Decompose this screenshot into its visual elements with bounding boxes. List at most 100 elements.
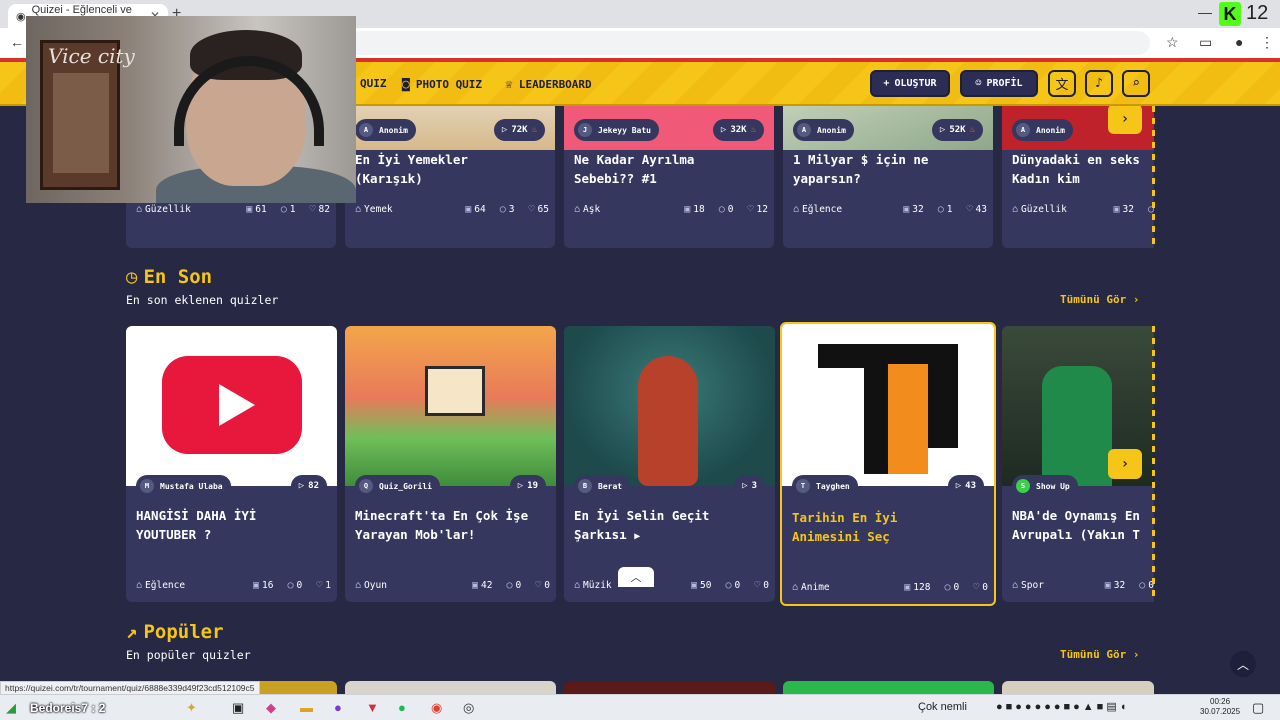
profile-avatar-icon[interactable]: ● [1235, 34, 1243, 50]
card-title[interactable]: En İyi Yemekler (Karışık) [355, 150, 547, 188]
questions-icon: ▣ [1113, 204, 1120, 215]
notification-icon[interactable]: ▢ [1252, 700, 1264, 716]
back-icon[interactable]: ← [10, 34, 24, 50]
media-app-icon[interactable]: ▼ [366, 700, 379, 715]
card-author[interactable]: Q Quiz_Gorili [355, 475, 440, 497]
webcam-overlay: Vice city [26, 16, 356, 203]
card-title[interactable]: Dünyadaki en seks Kadın kim [1012, 150, 1154, 188]
card-title[interactable]: 1 Milyar $ için ne yaparsın? [793, 150, 985, 188]
avatar: M [140, 479, 154, 493]
tag-icon: ⌂ [1012, 580, 1019, 591]
questions-icon: ▣ [904, 582, 911, 593]
card-comments: 0 [296, 580, 303, 591]
app-icon[interactable]: ◆ [266, 700, 276, 716]
obs-icon[interactable]: ◎ [463, 700, 474, 716]
widget-icon[interactable]: ◢ [6, 700, 16, 716]
quiz-card[interactable]: M Mustafa Ulaba ▷ 82 HANGİSİ DAHA İYİ YOUT… [126, 326, 337, 602]
play-icon: ▷ [720, 125, 727, 135]
card-title[interactable]: NBA'de Oynamış En Avrupalı (Yakın T [1012, 506, 1154, 544]
card-category: Müzik [583, 580, 612, 591]
tray-icons[interactable]: ●■●●●●●■●▲■▤◖ [996, 700, 1129, 713]
play-icon: ▷ [517, 481, 524, 491]
author-name: Anonim [1036, 125, 1065, 135]
scroll-to-top-button[interactable]: ︿ [1230, 651, 1256, 677]
author-name: Show Up [1036, 481, 1070, 491]
latest-see-all-link[interactable]: Tümünü Gör › [1060, 293, 1139, 306]
heart-icon: ♡ [535, 580, 542, 591]
popular-see-all-link[interactable]: Tümünü Gör › [1060, 648, 1139, 661]
author-name: Mustafa Ulaba [160, 481, 223, 491]
card-author[interactable]: A Anonim [1012, 119, 1073, 141]
menu-dots-icon[interactable]: ⋮ [1260, 34, 1274, 51]
create-button[interactable]: + OLUŞTUR [870, 70, 950, 97]
avatar: A [1016, 123, 1030, 137]
kick-extension-icon[interactable]: K [1219, 2, 1241, 26]
card-stats: ⌂ Müzik ▣ 50 ○ 0 ♡ 0 [574, 580, 769, 591]
card-title[interactable]: Tarihin En İyi Animesini Seç [792, 508, 986, 546]
clock-date: 30.07.2025 [1200, 707, 1241, 716]
quiz-card[interactable]: A Anonim ▷ 52K ♨ 1 Milyar $ için ne yaparsı… [783, 106, 993, 248]
cast-icon[interactable]: ▭ [1199, 34, 1212, 51]
card-title[interactable]: Ne Kadar Ayrılma Sebebi?? #1 [574, 150, 766, 188]
card-title[interactable]: Minecraft'ta En Çok İşe Yarayan Mob'lar! [355, 506, 548, 544]
carousel-edge [1152, 326, 1155, 602]
chevron-up-icon[interactable]: ︿ [618, 567, 654, 587]
nav-leaderboard[interactable]: ♕ LEADERBOARD [505, 77, 592, 92]
spotify-icon[interactable]: ● [398, 700, 406, 715]
card-author[interactable]: T Tayghen [792, 475, 858, 497]
card-author[interactable]: M Mustafa Ulaba [136, 475, 231, 497]
carousel-next-button[interactable]: › [1108, 449, 1142, 479]
quiz-card[interactable]: A Anonim ▷ 72K ♨ En İyi Yemekler (Karışık) … [345, 106, 555, 248]
task-view-icon[interactable]: ▣ [232, 700, 244, 716]
card-comments: 0 [953, 582, 960, 593]
card-stats: ⌂ Anime ▣ 128 ○ 0 ♡ 0 [792, 582, 988, 593]
tag-icon: ⌂ [574, 580, 581, 591]
quiz-card-highlighted[interactable]: T Tayghen ▷ 43 Tarihin En İyi Animesini Se… [780, 322, 996, 606]
card-author[interactable]: J Jekeyy Batu [574, 119, 659, 141]
card-stats: ⌂ Oyun ▣ 42 ○ 0 ♡ 0 [355, 580, 550, 591]
nav-quiz[interactable]: QUIZ [360, 77, 387, 90]
folder-icon[interactable]: ▬ [300, 700, 313, 715]
chrome-icon[interactable]: ◉ [431, 700, 442, 716]
popular-section-subtitle: En popüler quizler [126, 648, 251, 662]
bell-icon[interactable]: ♪ [1085, 70, 1113, 97]
card-author[interactable]: B Berat [574, 475, 631, 497]
clock-time: 00:26 [1210, 697, 1231, 706]
card-plays: ▷ 82 [290, 475, 327, 497]
minimize-button[interactable]: — [1198, 4, 1212, 20]
card-comments: 3 [508, 204, 515, 215]
card-title[interactable]: En İyi Selin Geçit Şarkısı ▶ [574, 506, 767, 546]
taskbar-clock[interactable]: 00:26 30.07.2025 [1200, 697, 1240, 717]
card-stats: ⌂ Yemek ▣ 64 ○ 3 ♡ 65 [355, 204, 549, 215]
bookmark-star-icon[interactable]: ☆ [1166, 34, 1179, 51]
trending-icon: ↗ [126, 621, 138, 643]
tag-icon: ⌂ [136, 204, 143, 215]
carousel-next-button[interactable]: › [1108, 106, 1142, 134]
quiz-card[interactable]: J Jekeyy Batu ▷ 32K ♨ Ne Kadar Ayrılma Sebe… [564, 106, 774, 248]
profile-button[interactable]: ☺ PROFİL [960, 70, 1038, 97]
card-questions: 32 [1113, 580, 1126, 591]
latest-section-title: ◷ En Son [126, 266, 212, 288]
card-author[interactable]: S Show Up [1012, 475, 1078, 497]
card-title[interactable]: HANGİSİ DAHA İYİ YOUTUBER ? [136, 506, 329, 544]
translate-icon[interactable]: 文 [1048, 70, 1076, 97]
quiz-card[interactable]: B Berat ▷ 3 En İyi Selin Geçit Şarkısı ▶ ⌂… [564, 326, 775, 602]
play-icon: ▷ [939, 125, 946, 135]
card-likes: 1 [325, 580, 331, 591]
quiz-card[interactable]: Q Quiz_Gorili ▷ 19 Minecraft'ta En Çok İşe… [345, 326, 556, 602]
messenger-icon[interactable]: ● [334, 700, 342, 715]
sparkle-icon[interactable]: ✦ [186, 700, 197, 716]
avatar: T [796, 479, 810, 493]
nav-photo-quiz[interactable]: ◙ PHOTO QUIZ [402, 77, 482, 92]
tag-icon: ⌂ [1012, 204, 1019, 215]
card-author[interactable]: A Anonim [355, 119, 416, 141]
weather-text[interactable]: Çok nemli [918, 701, 967, 713]
extension-count: 12 [1246, 2, 1269, 24]
author-name: Berat [598, 481, 623, 491]
questions-icon: ▣ [252, 580, 260, 591]
heart-icon: ♡ [966, 204, 973, 215]
search-icon[interactable]: ⌕ [1122, 70, 1150, 97]
card-comments: 0 [515, 580, 522, 591]
card-author[interactable]: A Anonim [793, 119, 854, 141]
taskbar-overlay-text: Bedoreis7 : 2 [30, 701, 106, 715]
